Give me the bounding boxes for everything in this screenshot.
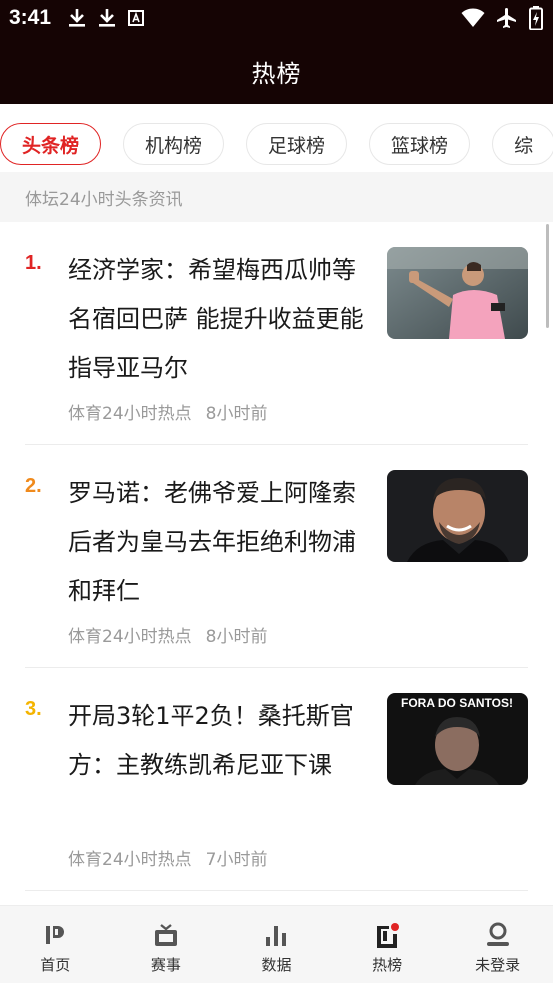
nav-matches[interactable]: 赛事: [111, 906, 222, 983]
status-time: 3:41: [9, 6, 52, 29]
news-time: 7小时前: [205, 850, 268, 870]
news-item[interactable]: 2. 罗马诺：老佛爷爱上阿隆索 后者为皇马去年拒绝利物浦和拜仁 体育24小时热点…: [25, 445, 528, 668]
nav-login[interactable]: 未登录: [442, 906, 553, 983]
download-icon: [69, 9, 85, 27]
news-thumbnail[interactable]: [387, 247, 528, 339]
hot-list-icon: [377, 922, 400, 948]
tab-comprehensive[interactable]: 综: [492, 123, 553, 165]
rank-number: 1.: [25, 252, 42, 274]
translate-icon: [128, 10, 144, 26]
news-item[interactable]: 1. 经济学家：希望梅西瓜帅等名宿回巴萨 能提升收益更能指导亚马尔 体育24小时…: [25, 222, 528, 445]
nav-label: 数据: [261, 956, 292, 974]
news-meta: 体育24小时热点 8小时前: [68, 399, 267, 424]
thumbnail-caption: FORA DO SANTOS!: [401, 696, 513, 710]
news-thumbnail[interactable]: FORA DO SANTOS!: [387, 693, 528, 785]
nav-data[interactable]: 数据: [221, 906, 332, 983]
news-source: 体育24小时热点: [68, 404, 192, 424]
news-source: 体育24小时热点: [68, 850, 192, 870]
news-title[interactable]: 开局3轮1平2负！桑托斯官方：主教练凯希尼亚下课: [68, 692, 366, 790]
bar-chart-icon: [266, 925, 287, 946]
nav-label: 热榜: [372, 956, 403, 974]
category-tabs: 头条榜 机构榜 足球榜 篮球榜 综: [0, 116, 553, 172]
tab-football[interactable]: 足球榜: [246, 123, 348, 165]
rank-number: 2.: [25, 475, 42, 497]
rank-number: 3.: [25, 698, 42, 720]
news-time: 8小时前: [205, 627, 268, 647]
news-time: 8小时前: [205, 404, 268, 424]
coach-photo: FORA DO SANTOS!: [387, 693, 528, 785]
nav-label: 首页: [40, 956, 71, 974]
battery-icon: [529, 6, 543, 30]
wifi-icon: [461, 8, 485, 27]
app-bar: 热榜: [0, 38, 553, 104]
news-meta: 体育24小时热点 8小时前: [68, 622, 267, 647]
status-system-icons: [461, 6, 543, 30]
coach-photo: [387, 470, 528, 562]
nav-label: 赛事: [150, 956, 181, 974]
download-icon: [99, 9, 115, 27]
list-subheader: 体坛24小时头条资讯: [0, 172, 553, 222]
news-list[interactable]: 1. 经济学家：希望梅西瓜帅等名宿回巴萨 能提升收益更能指导亚马尔 体育24小时…: [0, 222, 553, 905]
tab-institution[interactable]: 机构榜: [123, 123, 225, 165]
nav-label: 未登录: [475, 956, 521, 974]
news-title[interactable]: 罗马诺：老佛爷爱上阿隆索 后者为皇马去年拒绝利物浦和拜仁: [68, 469, 366, 616]
player-photo: [387, 247, 528, 339]
nav-home[interactable]: 首页: [0, 906, 111, 983]
bottom-nav: 首页 赛事 数据 热榜 未登录: [0, 905, 553, 983]
status-bar: 3:41: [0, 0, 553, 38]
news-title[interactable]: 经济学家：希望梅西瓜帅等名宿回巴萨 能提升收益更能指导亚马尔: [68, 246, 366, 393]
news-meta: 体育24小时热点 7小时前: [68, 845, 267, 870]
status-notification-icons: [68, 8, 144, 28]
user-icon: [486, 922, 509, 946]
airplane-mode-icon: [497, 8, 516, 28]
home-logo-icon: [46, 925, 65, 944]
tab-headline[interactable]: 头条榜: [0, 123, 102, 165]
news-thumbnail[interactable]: [387, 470, 528, 562]
news-source: 体育24小时热点: [68, 627, 192, 647]
tv-icon: [154, 923, 177, 946]
nav-hot-list[interactable]: 热榜: [332, 906, 443, 983]
news-item[interactable]: 3. 开局3轮1平2负！桑托斯官方：主教练凯希尼亚下课 体育24小时热点 7小时…: [25, 668, 528, 891]
tab-basketball[interactable]: 篮球榜: [369, 123, 471, 165]
page-title: 热榜: [251, 59, 302, 88]
scrollbar[interactable]: [546, 224, 549, 328]
